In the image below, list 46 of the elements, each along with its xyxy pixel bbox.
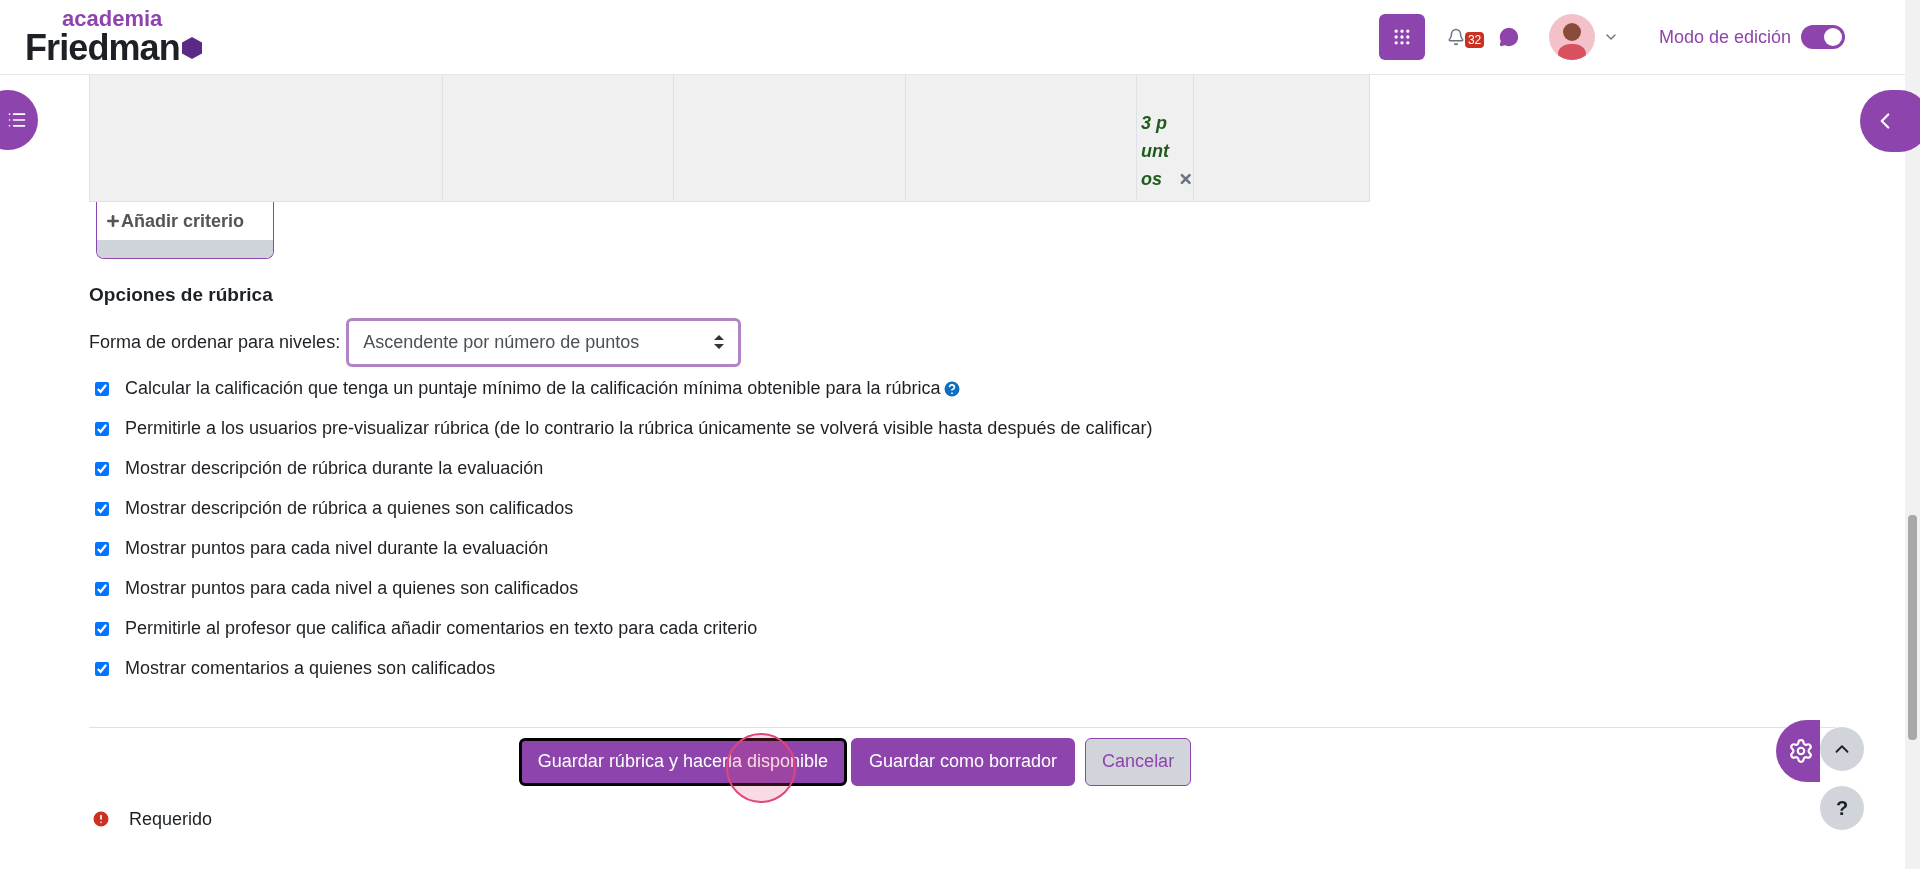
notifications-icon[interactable] bbox=[1446, 28, 1465, 46]
checkbox-label: Mostrar comentarios a quienes son calificados bbox=[125, 657, 496, 680]
checkbox[interactable] bbox=[95, 621, 109, 636]
checkbox[interactable] bbox=[95, 661, 109, 676]
checkbox-label: Mostrar descripción de rúbrica durante la evaluación bbox=[125, 457, 544, 480]
required-note: Requerido bbox=[129, 807, 213, 831]
checkbox[interactable] bbox=[95, 421, 109, 436]
user-avatar[interactable] bbox=[1548, 14, 1595, 60]
form-button[interactable]: Cancelar bbox=[1085, 737, 1192, 786]
form-button[interactable]: Guardar como borrador bbox=[851, 737, 1076, 786]
messages-icon[interactable] bbox=[1498, 27, 1519, 47]
settings-button[interactable] bbox=[1776, 720, 1820, 782]
notification-count: 32 bbox=[1464, 32, 1485, 48]
checkbox[interactable] bbox=[95, 461, 109, 476]
checkbox-label: Mostrar puntos para cada nivel a quienes son calificados bbox=[125, 577, 579, 600]
block-drawer-toggle[interactable] bbox=[1860, 90, 1920, 152]
field-label: Forma de ordenar para niveles: bbox=[89, 330, 341, 354]
form-button[interactable]: Guardar rúbrica y hacerla disponible bbox=[518, 737, 847, 786]
list-icon bbox=[7, 110, 27, 130]
gear-icon bbox=[1788, 738, 1814, 764]
checkbox[interactable] bbox=[95, 381, 109, 396]
scrollbar[interactable] bbox=[1905, 0, 1920, 869]
logo-text: Friedman bbox=[25, 30, 180, 66]
checkbox[interactable] bbox=[95, 501, 109, 516]
required-icon bbox=[91, 809, 111, 829]
apps-button[interactable] bbox=[1378, 14, 1425, 60]
logo-text: academia bbox=[62, 8, 164, 30]
cube-icon bbox=[181, 37, 202, 59]
plus-icon bbox=[105, 213, 121, 229]
checkbox[interactable] bbox=[95, 541, 109, 556]
help-button[interactable]: ? bbox=[1820, 786, 1864, 830]
help-icon[interactable] bbox=[942, 378, 963, 399]
level-points: 3 puntos bbox=[1141, 112, 1171, 191]
checkbox-label: Permitirle a los usuarios pre-visualizar rúbrica (de lo contrario la rúbrica únicamente se volverá visible hasta después de calificar) bbox=[125, 417, 1153, 440]
site-logo[interactable]: academia Friedman bbox=[25, 8, 202, 66]
checkbox-label: Permitirle al profesor que califica añadir comentarios en texto para cada criterio bbox=[125, 617, 758, 640]
checkbox[interactable] bbox=[95, 581, 109, 596]
sort-select[interactable]: Ascendente por número de puntos bbox=[346, 317, 742, 367]
edit-mode-label: Modo de edición bbox=[1658, 25, 1791, 49]
add-criterion-button[interactable]: Añadir criterio bbox=[96, 202, 274, 259]
checkbox-label: Mostrar descripción de rúbrica a quienes son calificados bbox=[125, 497, 574, 520]
checkbox-label: Calcular la calificación que tenga un puntaje mínimo de la calificación mínima obtenible para la rúbrica bbox=[125, 377, 941, 400]
edit-mode-toggle[interactable] bbox=[1801, 25, 1845, 49]
checkbox-label: Mostrar puntos para cada nivel durante la evaluación bbox=[125, 537, 549, 560]
sort-arrows-icon bbox=[714, 335, 725, 349]
section-heading: Opciones de rúbrica bbox=[89, 283, 274, 307]
